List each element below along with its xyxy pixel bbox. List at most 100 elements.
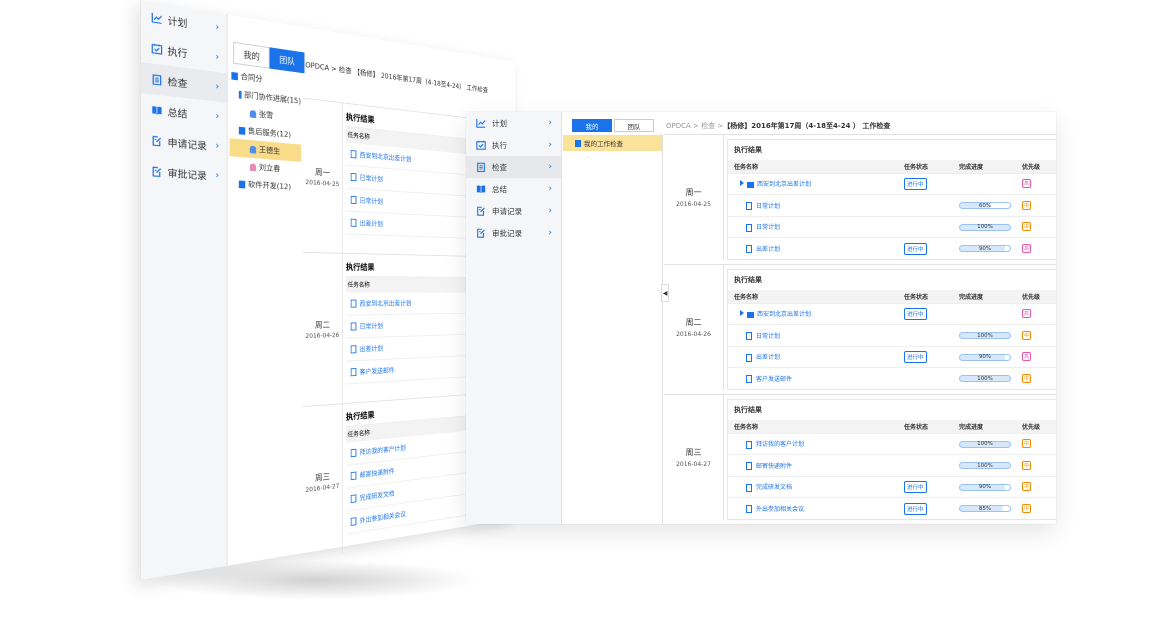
task-progress-cell: 90% bbox=[953, 475, 1016, 498]
task-name-cell[interactable]: 出差计划 bbox=[728, 345, 898, 368]
column-header: 完成进度 bbox=[953, 290, 1016, 303]
task-name-cell[interactable]: 邮寄快递附件 bbox=[728, 454, 898, 476]
column-header: 任务名称 bbox=[728, 420, 898, 433]
column-header: 任务名称 bbox=[728, 290, 898, 303]
sidebar: 计划 › 执行 › 检查 › 总结 › 申请记录 › 审批记录 › bbox=[466, 112, 562, 524]
result-card: 执行结果 任务名称 任务状态 完成进度 优先级 西安到北京出差计划 进行中高日常计划 60% 中… bbox=[727, 139, 1056, 260]
day-section: 周一 2016-04-25 执行结果 任务名称 任务状态 完成进度 优先级 西安到北京出差计划… bbox=[664, 134, 1056, 260]
document-icon bbox=[350, 150, 357, 159]
task-name: 日常计划 bbox=[756, 224, 781, 231]
table-row[interactable]: 日常计划 100% 中 bbox=[728, 215, 1056, 238]
edit-doc-icon bbox=[151, 166, 162, 178]
document-icon bbox=[350, 195, 357, 205]
sidebar-item-label: 申请记录 bbox=[492, 206, 522, 216]
front-panel: 计划 › 执行 › 检查 › 总结 › 申请记录 › 审批记录 › 我的 团队 OPDCA > 检查 … bbox=[466, 112, 1056, 524]
task-priority-cell: 中 bbox=[1016, 432, 1056, 455]
task-status-cell: 进行中 bbox=[898, 475, 953, 498]
task-name-cell[interactable]: 外出参加相关会议 bbox=[728, 497, 898, 519]
task-priority-cell: 中 bbox=[1016, 194, 1056, 216]
weekday-label: 周三 bbox=[685, 448, 702, 457]
sidebar-item-5[interactable]: 申请记录 › bbox=[466, 200, 561, 222]
table-row[interactable]: 客户发送邮件 100% 中 bbox=[728, 367, 1056, 389]
document-icon bbox=[746, 462, 752, 470]
tree-node-my-checks[interactable]: 我的工作检查 bbox=[563, 135, 662, 151]
document-icon bbox=[350, 517, 357, 526]
task-name: 客户发送邮件 bbox=[756, 375, 793, 383]
sidebar-item-2[interactable]: 执行 › bbox=[466, 134, 561, 156]
chevron-right-icon: › bbox=[215, 170, 220, 182]
weekday-label: 周二 bbox=[685, 318, 702, 327]
table-row[interactable]: 出差计划 进行中 90% 高 bbox=[728, 345, 1056, 368]
table-row[interactable]: 邮寄快递附件 100% 中 bbox=[728, 454, 1056, 476]
task-progress-cell: 100% bbox=[953, 215, 1016, 238]
task-name-cell[interactable]: 完成研发文档 bbox=[728, 475, 898, 498]
table-row[interactable]: 西安到北京出差计划 进行中 高 bbox=[728, 172, 1056, 195]
progress-bar: 100% bbox=[959, 332, 1011, 339]
sidebar-item-6[interactable]: 审批记录 › bbox=[466, 222, 561, 244]
table-row[interactable]: 西安到北京出差计划 进行中 高 bbox=[728, 302, 1056, 325]
task-name-cell[interactable]: 拜访我的客户计划 bbox=[728, 432, 898, 455]
chevron-right-icon: › bbox=[215, 51, 220, 63]
folder-icon bbox=[575, 139, 581, 147]
priority-badge: 中 bbox=[1022, 200, 1031, 210]
expand-arrow-icon[interactable] bbox=[740, 310, 744, 317]
task-status-cell: 进行中 bbox=[898, 497, 953, 519]
task-priority-cell: 高 bbox=[1016, 172, 1056, 195]
expand-arrow-icon[interactable] bbox=[740, 180, 744, 187]
task-progress-cell: 60% bbox=[953, 194, 1016, 216]
task-name: 拜访我的客户计划 bbox=[359, 443, 406, 457]
progress-bar: 100% bbox=[959, 375, 1011, 383]
back-breadcrumb: OPDCA > 检查 【杨修】 2016年第17周（4-18至4-24） 工作检… bbox=[305, 60, 489, 95]
task-name: 邮寄快递附件 bbox=[756, 462, 793, 470]
date-label: 2016-04-25 bbox=[305, 178, 340, 189]
priority-badge: 中 bbox=[1022, 504, 1031, 513]
task-name: 日常计划 bbox=[756, 332, 781, 340]
table-row[interactable]: 日常计划 100% 中 bbox=[728, 324, 1056, 346]
priority-badge: 中 bbox=[1022, 439, 1031, 449]
task-progress-cell: 100% bbox=[953, 454, 1016, 476]
sidebar-item-1[interactable]: 计划 › bbox=[466, 112, 561, 134]
day-label: 周二 2016-04-26 bbox=[664, 265, 724, 390]
task-name: 出差计划 bbox=[359, 219, 384, 228]
task-name-cell[interactable]: 日常计划 bbox=[728, 215, 898, 238]
chart-line-icon bbox=[151, 12, 162, 25]
sidebar-item-3[interactable]: 检查 › bbox=[466, 156, 561, 178]
table-row[interactable]: 完成研发文档 进行中 90% 中 bbox=[728, 475, 1056, 498]
calendar-check-icon bbox=[476, 140, 486, 150]
task-name: 日常计划 bbox=[359, 321, 384, 331]
task-name-cell[interactable]: 出差计划 bbox=[728, 237, 898, 259]
task-name-cell[interactable]: 西安到北京出差计划 bbox=[728, 172, 898, 195]
folder-icon bbox=[231, 71, 238, 80]
tree-node-label: 合同分 bbox=[240, 72, 263, 84]
chevron-right-icon: › bbox=[548, 184, 552, 194]
task-name: 西安到北京出差计划 bbox=[757, 311, 812, 319]
back-toggle-team[interactable]: 团队 bbox=[269, 47, 305, 74]
breadcrumb: OPDCA > 检查 >【杨修】2016年第17周（4-18至4-24 ） 工作… bbox=[666, 121, 890, 131]
toggle-mine[interactable]: 我的 bbox=[572, 119, 612, 132]
task-name-cell[interactable]: 日常计划 bbox=[728, 324, 898, 346]
table-header-row: 任务名称 任务状态 完成进度 优先级 bbox=[728, 290, 1056, 303]
document-icon bbox=[350, 368, 357, 377]
sidebar-item-6[interactable]: 审批记录 › bbox=[141, 155, 227, 191]
task-name-cell[interactable]: 西安到北京出差计划 bbox=[728, 302, 898, 325]
sidebar-item-4[interactable]: 总结 › bbox=[466, 178, 561, 200]
priority-badge: 中 bbox=[1022, 482, 1031, 492]
progress-bar: 100% bbox=[959, 440, 1011, 448]
back-panel-wrap: 计划 › 执行 › 检查 › 总结 › 申请记录 › 审批记录 › 我的 团队 OPDCA > 检查 … bbox=[140, 0, 518, 580]
weekday-label: 周一 bbox=[685, 188, 702, 197]
table-row[interactable]: 出差计划 进行中 90% 高 bbox=[728, 237, 1056, 259]
tree-node[interactable]: 软件开发(12) bbox=[230, 174, 302, 196]
table-row[interactable]: 日常计划 60% 中 bbox=[728, 194, 1056, 216]
date-label: 2016-04-27 bbox=[676, 461, 711, 468]
toggle-team[interactable]: 团队 bbox=[614, 119, 654, 132]
tree-node-label: 我的工作检查 bbox=[584, 140, 623, 148]
back-toggle-mine[interactable]: 我的 bbox=[233, 41, 270, 69]
person-icon bbox=[249, 109, 257, 118]
status-badge: 进行中 bbox=[904, 350, 927, 363]
table-row[interactable]: 外出参加相关会议 进行中 85% 中 bbox=[728, 497, 1056, 519]
tree-node-label: 刘立春 bbox=[258, 163, 281, 174]
table-row[interactable]: 拜访我的客户计划 100% 中 bbox=[728, 432, 1056, 455]
task-name-cell[interactable]: 客户发送邮件 bbox=[728, 367, 898, 389]
task-name-cell[interactable]: 日常计划 bbox=[728, 194, 898, 216]
progress-bar: 100% bbox=[959, 462, 1011, 469]
